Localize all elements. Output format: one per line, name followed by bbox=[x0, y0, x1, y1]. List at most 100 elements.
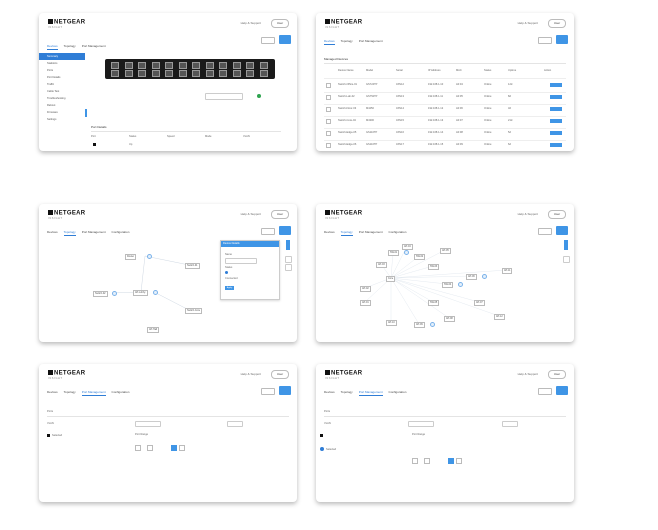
sidebar-item[interactable]: Cable Test bbox=[39, 88, 85, 95]
sidebar-item[interactable]: Troubleshooting bbox=[39, 95, 85, 102]
page-button[interactable] bbox=[135, 445, 141, 451]
tab-port-management[interactable]: Port Management bbox=[81, 390, 106, 396]
row-checkbox[interactable] bbox=[326, 143, 331, 148]
topology-node[interactable]: AP-Hall bbox=[147, 327, 160, 333]
topology-node[interactable]: AP-04 bbox=[402, 244, 413, 250]
topology-node[interactable]: AP-05 bbox=[440, 248, 451, 254]
topology-node[interactable]: AP-01 bbox=[360, 300, 371, 306]
tab-configuration[interactable]: Configuration bbox=[389, 390, 407, 396]
tab-port-management[interactable]: Port Management bbox=[82, 44, 106, 50]
row-checkbox[interactable] bbox=[326, 83, 331, 88]
sidebar-item[interactable]: Summary bbox=[39, 53, 85, 60]
profile-button[interactable]: User bbox=[548, 370, 566, 379]
apply-button[interactable]: Apply bbox=[225, 286, 234, 290]
sidebar-item[interactable]: Ports bbox=[39, 67, 85, 74]
topology-node[interactable]: SW-05 bbox=[428, 300, 440, 306]
topology-node[interactable]: Switch-01 bbox=[185, 263, 200, 269]
table-row[interactable]: Switch-Edge-06 GS110TP 4XN17 192.168.1.15 A0… bbox=[324, 139, 566, 151]
row-checkbox[interactable] bbox=[326, 119, 331, 124]
port-16[interactable] bbox=[151, 70, 160, 77]
port-5[interactable] bbox=[165, 62, 173, 69]
port-6[interactable] bbox=[178, 62, 187, 69]
topology-node[interactable]: Core bbox=[386, 276, 396, 282]
page-button-current[interactable] bbox=[171, 445, 177, 451]
vlan-field[interactable] bbox=[227, 421, 243, 427]
help-link[interactable]: Help & Support bbox=[518, 372, 538, 376]
port-19[interactable] bbox=[192, 70, 200, 77]
topology-node[interactable]: AP-06 bbox=[466, 274, 477, 280]
tab-topology[interactable]: Topology bbox=[64, 44, 76, 50]
port-12[interactable] bbox=[259, 62, 268, 69]
primary-button[interactable] bbox=[556, 35, 568, 44]
profile-button[interactable]: User bbox=[271, 19, 289, 28]
port-range-field[interactable] bbox=[135, 421, 161, 427]
topology-node[interactable]: AP-12 bbox=[494, 314, 505, 320]
sidebar-item[interactable]: Port Details bbox=[39, 74, 85, 81]
profile-button[interactable]: User bbox=[548, 19, 566, 28]
topology-node[interactable]: SW-01 bbox=[388, 250, 400, 256]
page-button[interactable] bbox=[412, 458, 418, 464]
row-action-button[interactable] bbox=[550, 107, 562, 111]
topology-node[interactable]: AP-09 bbox=[414, 322, 425, 328]
port-8[interactable] bbox=[205, 62, 214, 69]
port-11[interactable] bbox=[246, 62, 254, 69]
zoom-in-button[interactable] bbox=[285, 256, 292, 263]
row-checkbox[interactable] bbox=[326, 107, 331, 112]
help-link[interactable]: Help & Support bbox=[241, 21, 261, 25]
tab-devices[interactable]: Devices bbox=[47, 44, 58, 50]
tab-topology[interactable]: Topology bbox=[341, 390, 353, 396]
port-18[interactable] bbox=[178, 70, 187, 77]
topology-node[interactable]: SW-02 bbox=[414, 254, 426, 260]
name-field[interactable] bbox=[225, 258, 257, 264]
profile-button[interactable]: User bbox=[271, 370, 289, 379]
primary-button[interactable] bbox=[556, 386, 568, 395]
tab-port-management[interactable]: Port Management bbox=[359, 39, 383, 45]
radio-selected[interactable] bbox=[320, 447, 324, 451]
sidebar-item[interactable]: Firmware bbox=[39, 109, 85, 116]
tab-devices[interactable]: Devices bbox=[324, 39, 335, 45]
status-radio[interactable] bbox=[225, 271, 228, 274]
tab-devices[interactable]: Devices bbox=[324, 390, 335, 396]
port-17[interactable] bbox=[165, 70, 173, 77]
page-button[interactable] bbox=[147, 445, 153, 451]
sidebar-item[interactable]: Reboot bbox=[39, 102, 85, 109]
page-button[interactable] bbox=[424, 458, 430, 464]
help-link[interactable]: Help & Support bbox=[241, 372, 261, 376]
sidebar-item[interactable]: Statistics bbox=[39, 60, 85, 67]
port-20[interactable] bbox=[205, 70, 214, 77]
port-21[interactable] bbox=[219, 70, 227, 77]
port-22[interactable] bbox=[232, 70, 241, 77]
page-button[interactable] bbox=[456, 458, 462, 464]
tab-configuration[interactable]: Configuration bbox=[112, 390, 130, 396]
port-14[interactable] bbox=[124, 70, 133, 77]
port-9[interactable] bbox=[219, 62, 227, 69]
secondary-button[interactable] bbox=[261, 388, 275, 395]
zoom-control[interactable] bbox=[564, 240, 568, 250]
topology-node[interactable]: AP-07 bbox=[474, 300, 485, 306]
primary-button[interactable] bbox=[279, 386, 291, 395]
secondary-button[interactable] bbox=[538, 37, 552, 44]
topology-node[interactable]: Router bbox=[125, 254, 137, 260]
port-7[interactable] bbox=[192, 62, 200, 69]
port-1[interactable] bbox=[111, 62, 119, 69]
topology-node[interactable]: AP-10 bbox=[386, 320, 397, 326]
tab-topology[interactable]: Topology bbox=[64, 390, 76, 396]
port-24[interactable] bbox=[259, 70, 268, 77]
zoom-out-button[interactable] bbox=[285, 264, 292, 271]
row-checkbox[interactable] bbox=[326, 95, 331, 100]
port-range-field[interactable] bbox=[408, 421, 434, 427]
port-23[interactable] bbox=[246, 70, 254, 77]
row-checkbox[interactable] bbox=[326, 131, 331, 136]
scroll-indicator[interactable] bbox=[85, 109, 87, 117]
row-action-button[interactable] bbox=[550, 143, 562, 147]
topology-node[interactable]: AP-03 bbox=[376, 262, 387, 268]
topology-node[interactable]: AP-08 bbox=[444, 316, 455, 322]
row-action-button[interactable] bbox=[550, 119, 562, 123]
help-link[interactable]: Help & Support bbox=[518, 21, 538, 25]
zoom-control[interactable] bbox=[286, 240, 290, 250]
tab-topology[interactable]: Topology bbox=[341, 39, 353, 45]
port-13[interactable] bbox=[111, 70, 119, 77]
topology-node[interactable]: AP-02 bbox=[360, 286, 371, 292]
sidebar-item[interactable]: Settings bbox=[39, 116, 85, 123]
tab-devices[interactable]: Devices bbox=[47, 390, 58, 396]
